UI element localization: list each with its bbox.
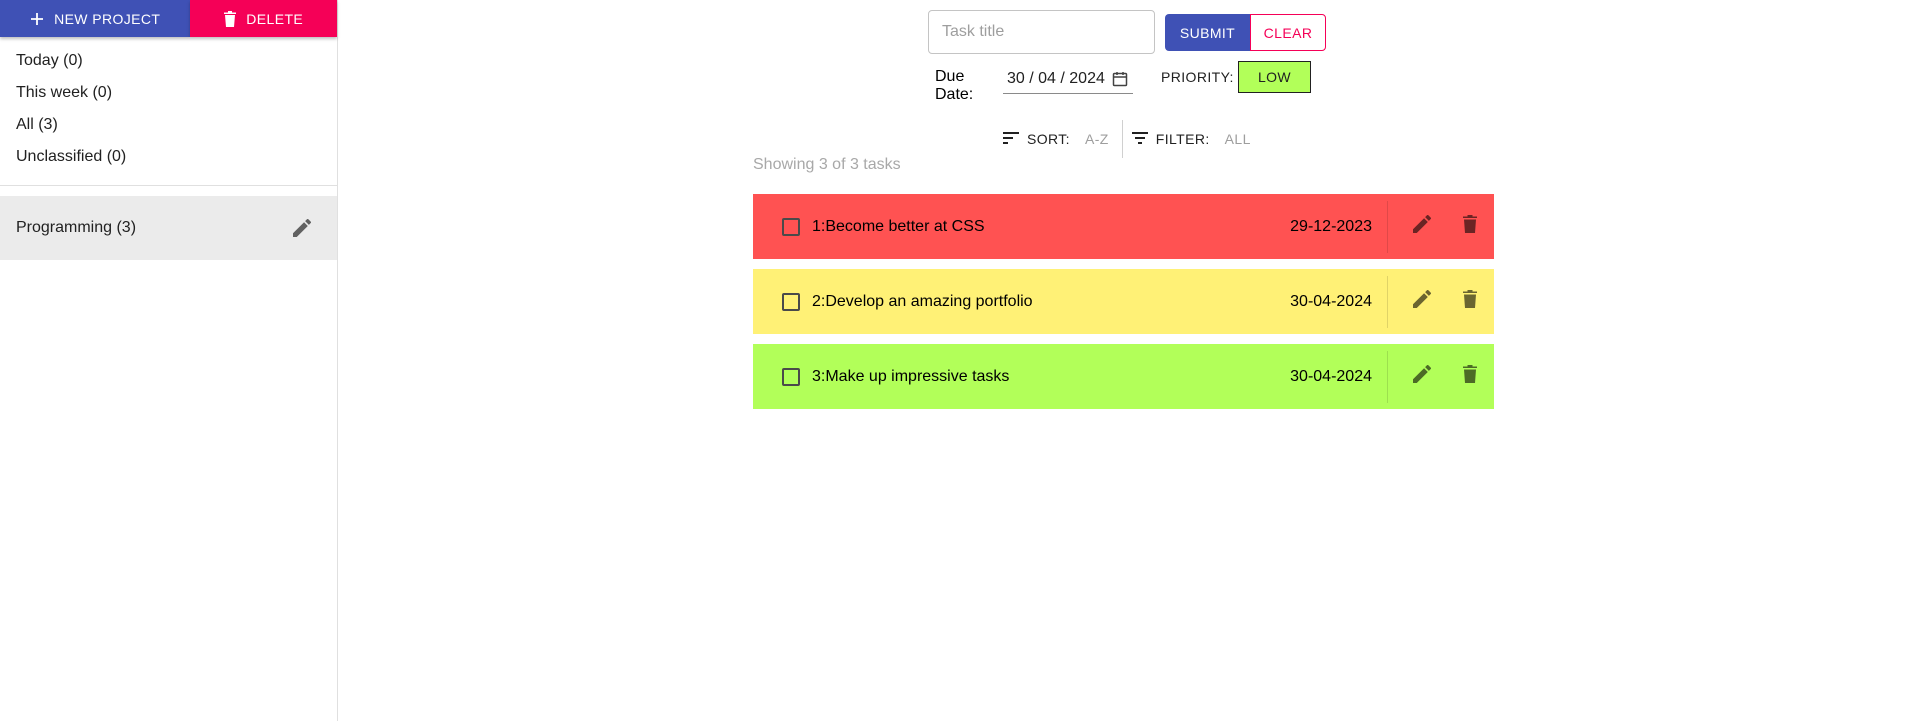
task-delete-button[interactable] bbox=[1446, 290, 1494, 313]
new-project-button[interactable]: NEW PROJECT bbox=[0, 0, 191, 37]
new-project-label: NEW PROJECT bbox=[54, 10, 161, 27]
submit-button[interactable]: SUBMIT bbox=[1165, 14, 1250, 51]
clear-button[interactable]: CLEAR bbox=[1250, 14, 1326, 51]
task-due-date: 30-04-2024 bbox=[1290, 367, 1372, 385]
sidebar-divider bbox=[0, 185, 337, 186]
clear-label: CLEAR bbox=[1263, 24, 1313, 41]
trash-icon bbox=[224, 10, 237, 27]
task-divider bbox=[1387, 350, 1388, 403]
sort-button[interactable]: SORT: A-Z bbox=[1003, 131, 1109, 147]
task-edit-button[interactable] bbox=[1398, 364, 1446, 388]
task-checkbox[interactable] bbox=[782, 367, 800, 386]
filter-icon bbox=[1131, 131, 1148, 147]
task-due-date: 30-04-2024 bbox=[1290, 292, 1372, 310]
calendar-icon[interactable] bbox=[1112, 71, 1128, 87]
priority-select[interactable]: LOW bbox=[1238, 61, 1311, 93]
plus-icon bbox=[30, 12, 44, 26]
pencil-icon bbox=[1413, 364, 1432, 388]
task-divider bbox=[1387, 275, 1388, 328]
priority-value: LOW bbox=[1257, 69, 1292, 85]
pencil-icon bbox=[1413, 289, 1432, 313]
delete-project-label: DELETE bbox=[246, 10, 304, 27]
sort-label: SORT: bbox=[1027, 131, 1070, 147]
task-due-date: 29-12-2023 bbox=[1290, 217, 1372, 235]
task-checkbox[interactable] bbox=[782, 292, 800, 311]
trash-icon bbox=[1463, 290, 1477, 313]
view-item-all[interactable]: All (3) bbox=[0, 109, 337, 141]
task-title[interactable]: 1:Become better at CSS bbox=[812, 218, 1290, 236]
task-delete-button[interactable] bbox=[1446, 365, 1494, 388]
view-item-label: Today (0) bbox=[16, 52, 83, 69]
task-title[interactable]: 3:Make up impressive tasks bbox=[812, 368, 1290, 386]
task-item: 2:Develop an amazing portfolio 30-04-202… bbox=[753, 269, 1494, 334]
delete-project-button[interactable]: DELETE bbox=[190, 0, 337, 37]
view-item-unclassified[interactable]: Unclassified (0) bbox=[0, 141, 337, 173]
pencil-icon[interactable] bbox=[293, 219, 311, 237]
project-item-label: Programming (3) bbox=[16, 219, 137, 236]
task-count-status: Showing 3 of 3 tasks bbox=[753, 156, 901, 173]
toolbar-divider bbox=[1121, 120, 1123, 158]
view-item-today[interactable]: Today (0) bbox=[0, 45, 337, 77]
view-item-label: Unclassified (0) bbox=[16, 148, 127, 165]
task-checkbox[interactable] bbox=[782, 217, 800, 236]
due-date-value: 30 / 04 / 2024 bbox=[1007, 69, 1105, 87]
task-edit-button[interactable] bbox=[1398, 289, 1446, 313]
trash-icon bbox=[1463, 215, 1477, 238]
pencil-icon bbox=[1413, 214, 1432, 238]
sidebar-actions: NEW PROJECT DELETE bbox=[0, 0, 337, 37]
project-item-programming[interactable]: Programming (3) bbox=[0, 196, 337, 260]
submit-label: SUBMIT bbox=[1179, 24, 1236, 41]
sort-value: A-Z bbox=[1084, 131, 1109, 147]
view-item-this-week[interactable]: This week (0) bbox=[0, 77, 337, 109]
priority-label: PRIORITY: bbox=[1161, 69, 1234, 85]
filter-button[interactable]: FILTER: ALL bbox=[1131, 131, 1251, 147]
task-item: 1:Become better at CSS 29-12-2023 bbox=[753, 194, 1494, 259]
sort-icon bbox=[1003, 131, 1019, 147]
task-list: 1:Become better at CSS 29-12-2023 2:Deve… bbox=[753, 194, 1494, 419]
task-edit-button[interactable] bbox=[1398, 214, 1446, 238]
sort-filter-toolbar: SORT: A-Z FILTER: ALL bbox=[1003, 120, 1251, 158]
app: NEW PROJECT DELETE Today (0) This week (… bbox=[0, 0, 1920, 721]
task-item: 3:Make up impressive tasks 30-04-2024 bbox=[753, 344, 1494, 409]
view-item-label: All (3) bbox=[16, 116, 58, 133]
filter-label: FILTER: bbox=[1155, 131, 1210, 147]
task-title[interactable]: 2:Develop an amazing portfolio bbox=[812, 293, 1290, 311]
task-divider bbox=[1387, 200, 1388, 253]
trash-icon bbox=[1463, 365, 1477, 388]
sidebar: NEW PROJECT DELETE Today (0) This week (… bbox=[0, 0, 338, 721]
task-title-input[interactable] bbox=[928, 10, 1155, 54]
filter-value: ALL bbox=[1224, 131, 1251, 147]
due-date-label: Due Date: bbox=[935, 68, 974, 103]
view-item-label: This week (0) bbox=[16, 84, 113, 101]
view-list: Today (0) This week (0) All (3) Unclassi… bbox=[0, 37, 337, 173]
due-date-input[interactable]: 30 / 04 / 2024 bbox=[1003, 64, 1133, 94]
task-delete-button[interactable] bbox=[1446, 215, 1494, 238]
